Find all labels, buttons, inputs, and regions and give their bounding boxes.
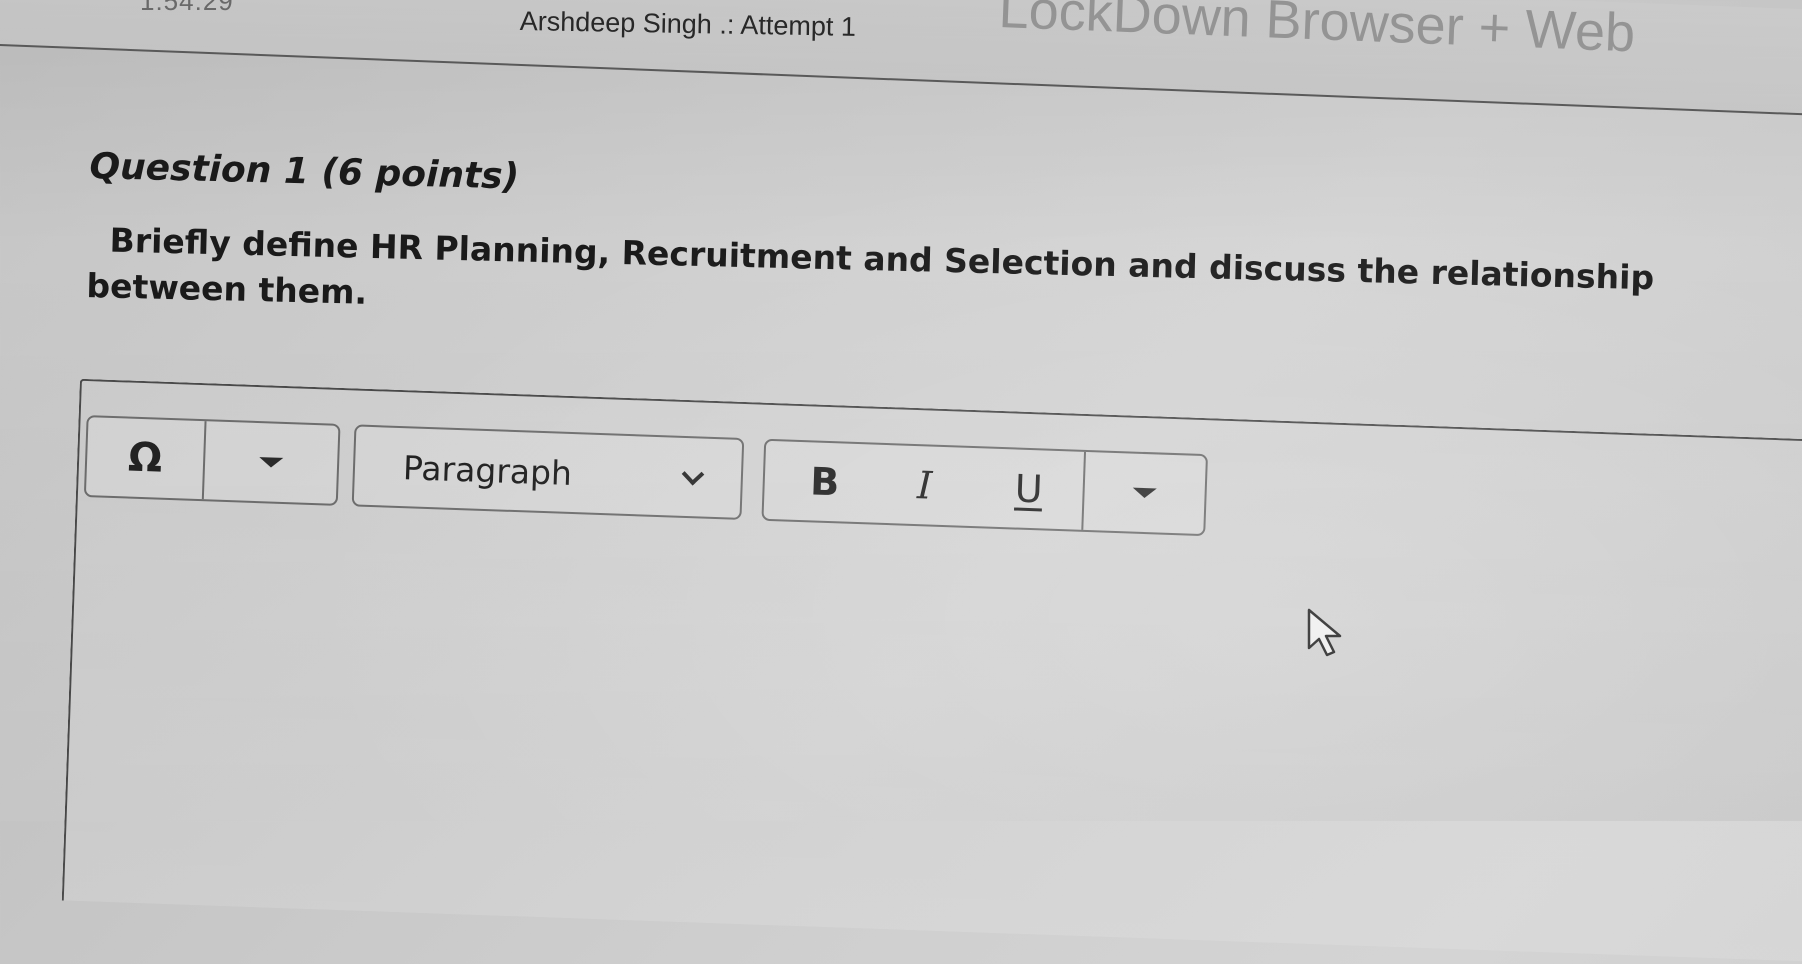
underline-button[interactable]: U [973, 448, 1087, 530]
mouse-pointer-icon [1307, 608, 1342, 657]
question-prompt: Briefly define HR Planning, Recruitment … [86, 217, 1802, 351]
text-style-group: B I U [761, 438, 1209, 537]
block-format-group: Paragraph [351, 424, 745, 520]
question-title: Question 1 (6 points) [88, 146, 520, 198]
italic-button[interactable]: I [873, 445, 976, 526]
question-block: Question 1 (6 points) Briefly define HR … [86, 146, 1802, 353]
block-format-value: Paragraph [402, 447, 573, 493]
student-attempt-label: Arshdeep Singh .: Attempt 1 [519, 6, 857, 42]
exam-timer: 1:54:29 [140, 0, 234, 16]
special-character-button[interactable]: Ω [85, 417, 207, 500]
caret-down-icon [258, 457, 284, 468]
more-formatting-dropdown-button[interactable] [1083, 452, 1206, 534]
exam-header: 1:54:29 Arshdeep Singh .: Attempt 1 Lock… [0, 0, 1802, 119]
omega-icon: Ω [127, 434, 164, 482]
caret-down-icon [1132, 487, 1157, 499]
answer-editor: Ω Paragraph B I U [0, 376, 1802, 964]
block-format-select[interactable]: Paragraph [354, 426, 742, 517]
special-character-dropdown-button[interactable] [204, 421, 339, 504]
chevron-down-icon [681, 462, 705, 486]
special-character-group: Ω [83, 415, 341, 506]
bold-button[interactable]: B [773, 441, 876, 522]
